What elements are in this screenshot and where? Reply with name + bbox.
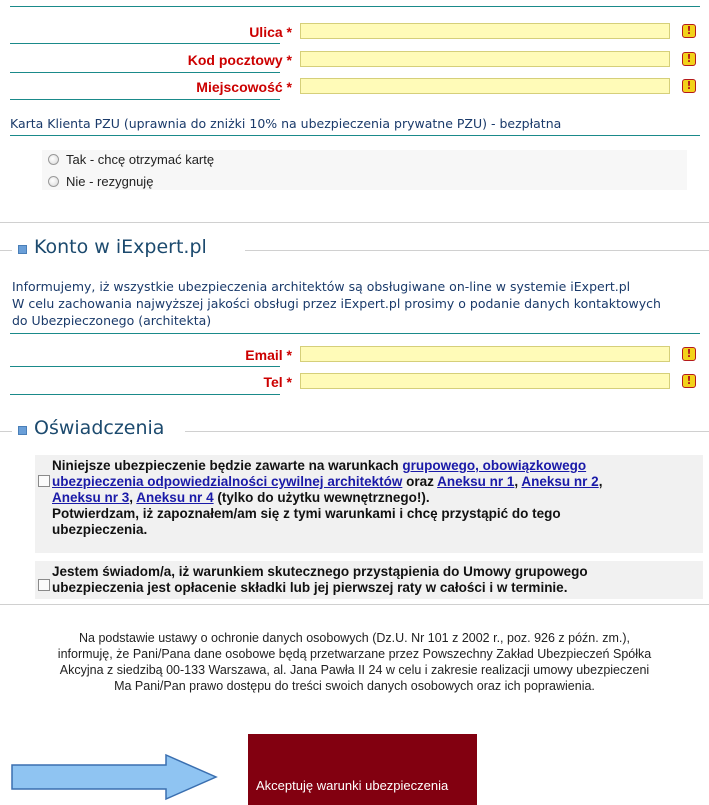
email-label: Email * — [245, 347, 292, 363]
link-annex-4[interactable]: Aneksu nr 4 — [136, 490, 213, 505]
radio-card-no[interactable] — [48, 176, 59, 187]
checkbox-accept-terms[interactable] — [38, 475, 50, 487]
account-info-line-2: W celu zachowania najwyższej jakości obs… — [12, 296, 661, 311]
declaration-payment-text: Jestem świadom/a, iż warunkiem skuteczne… — [52, 564, 588, 595]
link-annex-1[interactable]: Aneksu nr 1 — [437, 474, 514, 489]
city-label: Miejscowość * — [196, 79, 292, 95]
divider — [10, 43, 280, 44]
warning-icon: ! — [682, 79, 696, 93]
section-icon — [18, 245, 27, 254]
account-info-line-1: Informujemy, iż wszystkie ubezpieczenia … — [12, 279, 631, 294]
legal-line-3: Akcyjna z siedzibą 00-133 Warszawa, al. … — [59, 663, 650, 677]
section-separator — [0, 604, 709, 605]
client-card-title: Karta Klienta PZU (uprawnia do zniżki 10… — [10, 116, 562, 131]
legend-line — [185, 431, 709, 432]
legal-line-4: Ma Pani/Pan prawo dostępu do treści swoi… — [114, 679, 595, 693]
phone-input[interactable] — [300, 373, 670, 389]
postal-code-row: Kod pocztowy * ! — [10, 50, 700, 72]
section-separator — [0, 222, 709, 223]
legend-line — [0, 250, 12, 251]
divider — [10, 72, 280, 73]
street-label: Ulica * — [249, 24, 292, 40]
section-icon — [18, 426, 27, 435]
city-row: Miejscowość * ! — [10, 77, 700, 99]
declaration-terms-text: Niniejsze ubezpieczenie będzie zawarte n… — [52, 458, 603, 537]
divider — [10, 366, 280, 367]
radio-card-yes[interactable] — [48, 154, 59, 165]
radio-card-no-label: Nie - rezygnuję — [66, 174, 154, 189]
declarations-section-title: Oświadczenia — [34, 417, 165, 439]
radio-card-yes-label: Tak - chcę otrzymać kartę — [66, 152, 215, 167]
warning-icon: ! — [682, 347, 696, 361]
phone-label: Tel * — [263, 374, 292, 390]
warning-icon: ! — [682, 52, 696, 66]
email-row: Email * ! — [10, 345, 700, 367]
link-annex-3[interactable]: Aneksu nr 3 — [52, 490, 129, 505]
divider — [10, 99, 280, 100]
arrow-right-icon — [11, 753, 218, 801]
postal-code-label: Kod pocztowy * — [187, 52, 292, 68]
warning-icon: ! — [682, 374, 696, 388]
divider — [10, 394, 280, 395]
link-group-insurance[interactable]: grupowego, obowiązkowego — [402, 458, 586, 473]
phone-row: Tel * ! — [10, 372, 700, 394]
account-section-title: Konto w iExpert.pl — [34, 236, 207, 258]
postal-code-input[interactable] — [300, 51, 670, 67]
street-input[interactable] — [300, 23, 670, 39]
warning-icon: ! — [682, 24, 696, 38]
link-group-insurance-cont[interactable]: ubezpieczenia odpowiedzialności cywilnej… — [52, 474, 402, 489]
divider — [10, 135, 700, 136]
divider — [10, 333, 700, 334]
legal-line-2: informuję, że Pani/Pana dane osobowe będ… — [57, 647, 652, 661]
link-annex-2[interactable]: Aneksu nr 2 — [521, 474, 598, 489]
checkbox-accept-payment[interactable] — [38, 579, 50, 591]
street-row: Ulica * ! — [10, 22, 700, 44]
legend-line — [245, 250, 709, 251]
city-input[interactable] — [300, 78, 670, 94]
account-info-line-3: do Ubezpieczonego (architekta) — [12, 313, 212, 328]
top-divider — [10, 6, 700, 7]
legend-line — [0, 431, 12, 432]
accept-terms-button[interactable]: Akceptuję warunki ubezpieczenia — [248, 734, 477, 805]
email-input[interactable] — [300, 346, 670, 362]
legal-line-1: Na podstawie ustawy o ochronie danych os… — [79, 631, 630, 645]
